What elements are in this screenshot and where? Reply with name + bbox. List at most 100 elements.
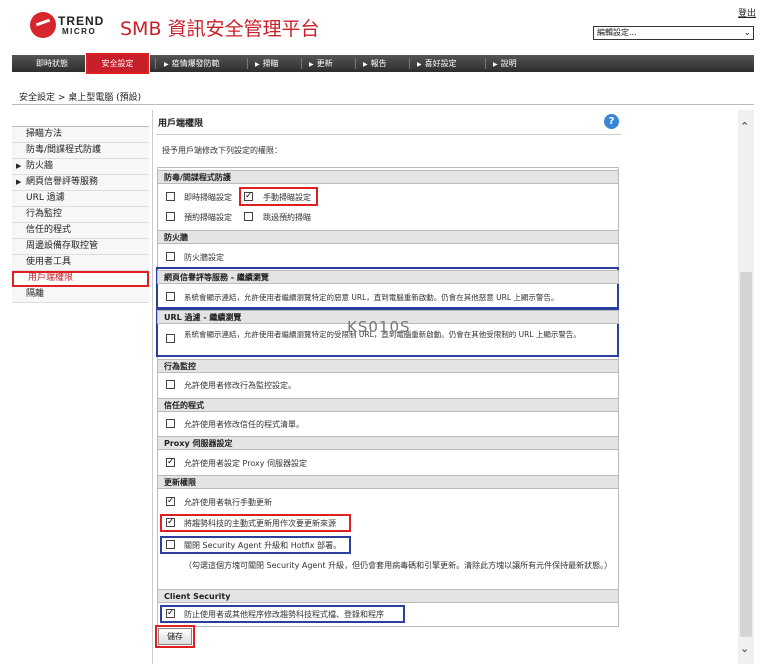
edit-settings-select[interactable]: 編輯設定... ⌄ bbox=[593, 26, 754, 40]
sidebar-item-label: URL 過濾 bbox=[26, 193, 65, 203]
checkbox-url-filter-continue[interactable] bbox=[166, 334, 175, 343]
label-scheduled-scan: 預約掃瞄設定 bbox=[184, 213, 232, 222]
section-header-client-security: Client Security bbox=[157, 589, 619, 603]
sidebar-item-trusted-programs[interactable]: 信任的程式 bbox=[12, 223, 149, 239]
checkbox-trusted-programs[interactable] bbox=[166, 419, 175, 428]
nav-separator bbox=[485, 58, 486, 69]
help-icon[interactable]: ? bbox=[604, 114, 619, 129]
save-button[interactable]: 儲存 bbox=[158, 628, 192, 645]
nav-label: 喜好設定 bbox=[424, 59, 457, 68]
sidebar-item-label: 信任的程式 bbox=[26, 225, 72, 235]
checkbox-behavior-monitoring[interactable] bbox=[166, 380, 175, 389]
label-proxy-settings: 允許使用者設定 Proxy 伺服器設定 bbox=[184, 459, 307, 468]
nav-separator bbox=[301, 58, 302, 69]
label-trusted-programs: 允許使用者修改信任的程式清單。 bbox=[184, 420, 304, 429]
highlight-manual-scan bbox=[239, 187, 318, 206]
nav-label: 說明 bbox=[500, 59, 517, 68]
nav-label: 掃瞄 bbox=[262, 59, 279, 68]
checkbox-client-security[interactable] bbox=[166, 608, 175, 618]
checkbox-realtime-scan[interactable] bbox=[166, 192, 175, 201]
triangle-right-icon: ▶ bbox=[255, 61, 260, 68]
nav-separator bbox=[155, 58, 156, 69]
nav-label: 安全設定 bbox=[101, 59, 134, 68]
nav-separator bbox=[355, 58, 356, 69]
nav-help[interactable]: ▶ 說明 bbox=[493, 55, 517, 72]
nav-realtime-status[interactable]: 即時狀態 bbox=[36, 55, 68, 72]
sidebar-item-quarantine[interactable]: 隔離 bbox=[12, 287, 149, 303]
sidebar-item-label: 用戶端權限 bbox=[28, 273, 74, 283]
note-disable-upgrade: （勾選這個方塊可關閉 Security Agent 升級，但仍會套用病毒碼和引擎… bbox=[184, 561, 613, 570]
watermark: KS010S bbox=[347, 318, 411, 336]
label-firewall-settings: 防火牆設定 bbox=[184, 253, 224, 262]
section-header-behavior-monitoring: 行為監控 bbox=[157, 359, 619, 373]
checkbox-manual-update[interactable] bbox=[166, 496, 175, 506]
checkbox-skip-scheduled-scan[interactable] bbox=[244, 212, 253, 221]
sidebar-item-scan-method[interactable]: 掃瞄方法 bbox=[12, 127, 149, 143]
checkbox-disable-upgrade[interactable] bbox=[166, 540, 175, 549]
label-skip-scheduled-scan: 跳過預約掃瞄 bbox=[263, 213, 311, 222]
checkbox-web-reputation-continue[interactable] bbox=[166, 292, 175, 301]
sidebar-item-label: 網頁信譽評等服務 bbox=[26, 177, 99, 187]
sidebar-item-device-control[interactable]: 周邊設備存取控管 bbox=[12, 239, 149, 255]
nav-separator bbox=[409, 58, 410, 69]
sidebar-item-user-tools[interactable]: 使用者工具 bbox=[12, 255, 149, 271]
nav-preferences[interactable]: ▶ 喜好設定 bbox=[417, 55, 457, 72]
nav-label: 報告 bbox=[370, 59, 387, 68]
breadcrumb: 安全設定 > 桌上型電腦 (預設) bbox=[19, 93, 142, 103]
checkbox-proxy-settings[interactable] bbox=[166, 457, 175, 467]
logout-link[interactable]: 登出 bbox=[738, 6, 756, 19]
checkbox-active-update[interactable] bbox=[166, 517, 175, 527]
triangle-right-icon: ▶ bbox=[164, 61, 169, 68]
chevron-up-icon[interactable]: ⌃ bbox=[740, 120, 749, 133]
checkbox-scheduled-scan[interactable] bbox=[166, 212, 175, 221]
label-manual-update: 允許使用者執行手動更新 bbox=[184, 498, 272, 507]
triangle-right-icon: ▶ bbox=[16, 162, 22, 170]
sidebar-item-label: 防毒/間諜程式防護 bbox=[26, 145, 102, 155]
edit-settings-select-value: 編輯設定... bbox=[597, 28, 637, 37]
brand-name-bottom: MICRO bbox=[62, 27, 97, 36]
label-client-security: 防止使用者或其他程序修改趨勢科技程式檔、登錄和程序 bbox=[184, 610, 384, 619]
sidebar-item-label: 周邊設備存取控管 bbox=[26, 241, 99, 251]
checkbox-firewall-settings[interactable] bbox=[166, 252, 175, 261]
triangle-right-icon: ▶ bbox=[493, 61, 498, 68]
scrollbar-thumb[interactable] bbox=[740, 272, 752, 637]
section-header-web-reputation: 網頁信譽評等服務 - 繼續瀏覽 bbox=[157, 270, 619, 284]
triangle-right-icon: ▶ bbox=[417, 61, 422, 68]
label-realtime-scan: 即時掃瞄設定 bbox=[184, 193, 232, 202]
sidebar-item-url-filter[interactable]: URL 過濾 bbox=[12, 191, 149, 207]
sidebar-item-label: 行為監控 bbox=[26, 209, 63, 219]
nav-label: 即時狀態 bbox=[36, 59, 68, 68]
nav-separator bbox=[247, 58, 248, 69]
sidebar-item-antivirus[interactable]: 防毒/間諜程式防護 bbox=[12, 143, 149, 159]
divider bbox=[156, 134, 621, 135]
nav-security-settings[interactable]: 安全設定 bbox=[85, 52, 150, 75]
nav-label: 更新 bbox=[316, 59, 333, 68]
label-web-reputation-continue: 系統會顯示連結，允許使用者繼續瀏覽特定的惡意 URL，直到電腦重新啟動。仍會在其… bbox=[184, 293, 559, 302]
chevron-down-icon[interactable]: ⌄ bbox=[740, 642, 749, 655]
section-header-trusted-programs: 信任的程式 bbox=[157, 398, 619, 412]
sidebar: 掃瞄方法 防毒/間諜程式防護 ▶ 防火牆 ▶ 網頁信譽評等服務 URL 過濾 行為監… bbox=[12, 126, 149, 303]
triangle-right-icon: ▶ bbox=[363, 61, 368, 68]
chevron-down-icon: ⌄ bbox=[743, 28, 751, 38]
brand-name-top: TREND bbox=[58, 14, 105, 28]
sidebar-item-label: 隔離 bbox=[26, 289, 45, 299]
sidebar-item-web-reputation[interactable]: ▶ 網頁信譽評等服務 bbox=[12, 175, 149, 191]
divider bbox=[12, 104, 754, 105]
page-title: 用戶端權限 bbox=[158, 119, 204, 129]
section-header-firewall: 防火牆 bbox=[157, 230, 619, 244]
nav-outbreak-defense[interactable]: ▶ 疫情爆發防範 bbox=[164, 55, 220, 72]
sidebar-item-firewall[interactable]: ▶ 防火牆 bbox=[12, 159, 149, 175]
nav-reports[interactable]: ▶ 報告 bbox=[363, 55, 387, 72]
trend-micro-logo-icon bbox=[30, 12, 56, 38]
nav-scan[interactable]: ▶ 掃瞄 bbox=[255, 55, 279, 72]
sidebar-item-label: 掃瞄方法 bbox=[26, 129, 63, 139]
triangle-right-icon: ▶ bbox=[309, 61, 314, 68]
sidebar-item-behavior-monitoring[interactable]: 行為監控 bbox=[12, 207, 149, 223]
sidebar-item-label: 使用者工具 bbox=[26, 257, 72, 267]
nav-update[interactable]: ▶ 更新 bbox=[309, 55, 333, 72]
main-nav-bar: 即時狀態 安全設定 ▶ 疫情爆發防範 ▶ 掃瞄 ▶ 更新 ▶ 報告 ▶ 喜好設定 ▶ 說明 bbox=[12, 52, 754, 75]
sidebar-item-client-privileges[interactable]: 用戶端權限 bbox=[12, 271, 149, 287]
nav-label: 疫情爆發防範 bbox=[171, 59, 220, 68]
triangle-right-icon: ▶ bbox=[16, 178, 22, 186]
page-description: 授予用戶端修改下列設定的權限： bbox=[162, 146, 282, 155]
